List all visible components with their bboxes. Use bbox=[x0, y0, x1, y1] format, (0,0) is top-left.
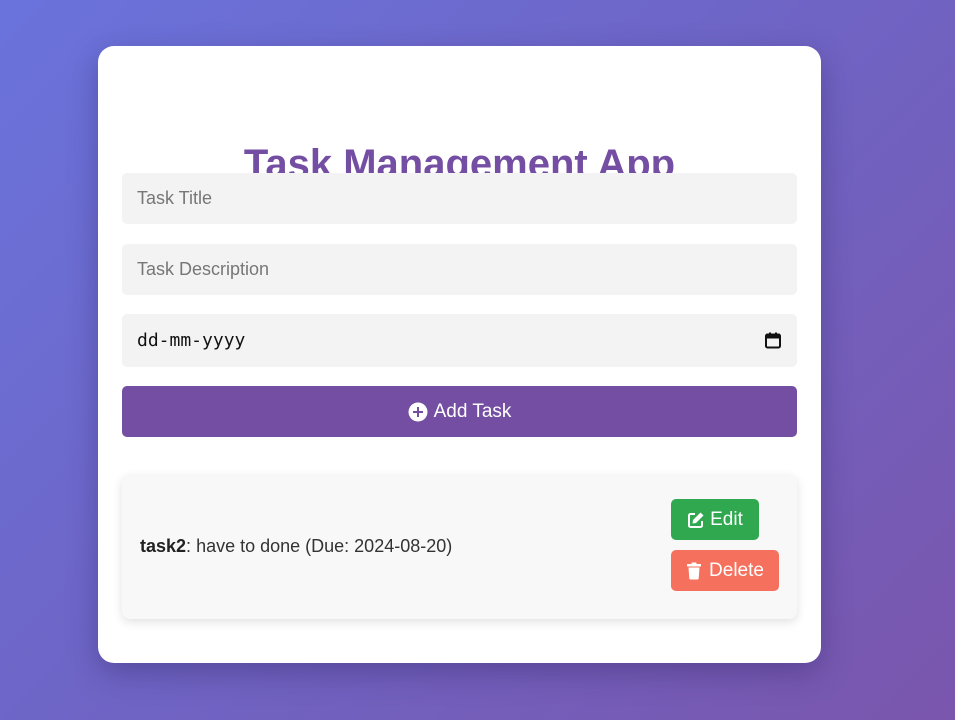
delete-task-button[interactable]: Delete bbox=[671, 550, 779, 591]
task-title-input[interactable] bbox=[122, 173, 797, 224]
calendar-icon[interactable] bbox=[764, 332, 782, 350]
delete-label: Delete bbox=[709, 559, 764, 581]
plus-circle-icon bbox=[408, 402, 428, 422]
due-date-placeholder: dd-mm-yyyy bbox=[137, 330, 246, 351]
trash-icon bbox=[686, 562, 704, 580]
add-task-label: Add Task bbox=[433, 400, 512, 422]
task-app-card: Task Management App dd-mm-yyyy Add Task … bbox=[98, 46, 821, 663]
task-details: have to done (Due: 2024-08-20) bbox=[196, 536, 453, 556]
due-date-input[interactable]: dd-mm-yyyy bbox=[122, 314, 797, 367]
edit-task-button[interactable]: Edit bbox=[671, 499, 759, 540]
task-name: task2 bbox=[140, 536, 187, 556]
task-description-input[interactable] bbox=[122, 244, 797, 295]
task-separator: : bbox=[186, 536, 197, 556]
task-item: task2: have to done (Due: 2024-08-20) Ed… bbox=[122, 475, 797, 619]
edit-icon bbox=[687, 511, 705, 529]
add-task-button[interactable]: Add Task bbox=[122, 386, 797, 437]
task-text: task2: have to done (Due: 2024-08-20) bbox=[140, 535, 452, 557]
edit-label: Edit bbox=[710, 508, 743, 530]
